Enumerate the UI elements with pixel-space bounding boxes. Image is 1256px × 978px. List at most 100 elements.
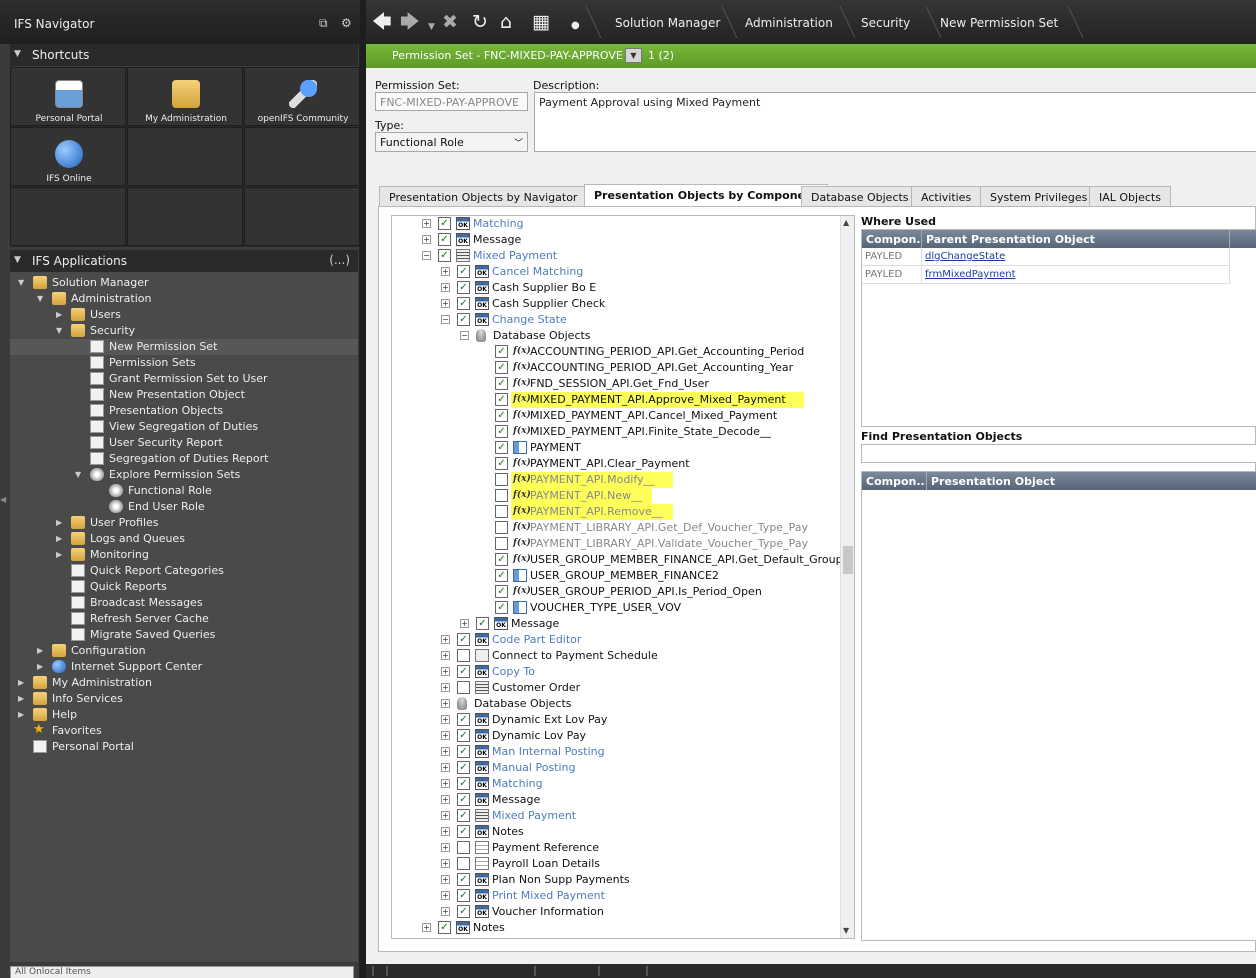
component-tree-row[interactable]: + Payment Reference bbox=[392, 840, 842, 856]
permission-checkbox[interactable]: ✓ bbox=[457, 281, 470, 294]
nav-tree-item[interactable]: Presentation Objects bbox=[10, 403, 358, 419]
expand-node-icon[interactable]: + bbox=[422, 235, 431, 244]
permission-checkbox[interactable]: ✓ bbox=[457, 265, 470, 278]
collapsed-arrow-icon[interactable]: ▶ bbox=[56, 310, 62, 319]
permission-checkbox[interactable]: ✓ bbox=[457, 777, 470, 790]
tab-presentation-objects-by-component[interactable]: Presentation Objects by Component bbox=[584, 184, 829, 207]
permission-checkbox[interactable] bbox=[495, 537, 508, 550]
expand-node-icon[interactable]: + bbox=[441, 683, 450, 692]
nav-tree-item[interactable]: ▶ Internet Support Center bbox=[10, 659, 358, 675]
cell-component[interactable]: PAYLED bbox=[862, 248, 922, 266]
shortcut-my-administration[interactable]: My Administration bbox=[127, 67, 243, 126]
component-tree-row[interactable]: − ✓ Mixed Payment bbox=[392, 248, 842, 264]
component-tree-row[interactable]: + ✓ OK Cancel Matching bbox=[392, 264, 842, 280]
component-tree-row[interactable]: ✓ f(x) PAYMENT_API.Clear_Payment bbox=[392, 456, 842, 472]
expand-node-icon[interactable]: + bbox=[441, 635, 450, 644]
component-tree-row[interactable]: + ✓ OK Message bbox=[392, 232, 842, 248]
expanded-arrow-icon[interactable]: ▼ bbox=[18, 278, 24, 287]
expand-node-icon[interactable]: + bbox=[441, 875, 450, 884]
component-tree-row[interactable]: + ✓ OK Manual Posting bbox=[392, 760, 842, 776]
close-icon[interactable]: ✖ bbox=[442, 12, 458, 32]
component-tree-row[interactable]: f(x) PAYMENT_LIBRARY_API.Validate_Voucher… bbox=[392, 536, 842, 552]
component-tree-row[interactable]: + Database Objects bbox=[392, 696, 842, 712]
component-tree-row[interactable]: + ✓ OK Copy To bbox=[392, 664, 842, 680]
column-header-component[interactable]: Compon... bbox=[862, 472, 927, 490]
component-tree-row[interactable]: + ✓ OK Notes bbox=[392, 824, 842, 840]
component-tree-row[interactable]: ✓ f(x) ACCOUNTING_PERIOD_API.Get_Accountin… bbox=[392, 344, 842, 360]
nav-tree-item[interactable]: Segregation of Duties Report bbox=[10, 451, 358, 467]
tab-presentation-objects-by-navigator[interactable]: Presentation Objects by Navigator bbox=[379, 186, 588, 206]
component-tree-row[interactable]: ✓ f(x) MIXED_PAYMENT_API.Approve_Mixed_Pay… bbox=[392, 392, 842, 408]
breadcrumb-security[interactable]: Security bbox=[861, 16, 910, 30]
restore-window-icon[interactable]: ⧉ bbox=[319, 16, 328, 31]
nav-tree-item[interactable]: ▶ Configuration bbox=[10, 643, 358, 659]
collapsed-arrow-icon[interactable]: ▶ bbox=[56, 518, 62, 527]
permission-checkbox[interactable]: ✓ bbox=[495, 585, 508, 598]
nav-tree-item[interactable]: Quick Reports bbox=[10, 579, 358, 595]
nav-tree-item[interactable]: ★ Favorites bbox=[10, 722, 358, 739]
permission-checkbox[interactable]: ✓ bbox=[457, 761, 470, 774]
collapsed-arrow-icon[interactable]: ▶ bbox=[56, 534, 62, 543]
grid-menu-icon[interactable]: ▦ bbox=[532, 12, 550, 32]
permission-checkbox[interactable]: ✓ bbox=[495, 361, 508, 374]
collapsed-arrow-icon[interactable]: ▶ bbox=[56, 550, 62, 559]
component-tree-row[interactable]: + ✓ OK Print Mixed Payment bbox=[392, 888, 842, 904]
expand-node-icon[interactable]: + bbox=[441, 779, 450, 788]
component-tree-row[interactable]: − Database Objects bbox=[392, 328, 842, 344]
component-tree-row[interactable]: + ✓ OK Voucher Information bbox=[392, 904, 842, 920]
collapse-node-icon[interactable]: − bbox=[422, 251, 431, 260]
collapsed-arrow-icon[interactable]: ▶ bbox=[37, 646, 43, 655]
permission-checkbox[interactable]: ✓ bbox=[457, 809, 470, 822]
component-tree-row[interactable]: + ✓ OK Code Part Editor bbox=[392, 632, 842, 648]
permission-checkbox[interactable]: ✓ bbox=[495, 409, 508, 422]
expand-node-icon[interactable]: + bbox=[441, 795, 450, 804]
permission-checkbox[interactable]: ✓ bbox=[457, 745, 470, 758]
shortcut-personal-portal[interactable]: Personal Portal bbox=[10, 67, 126, 126]
collapse-node-icon[interactable]: − bbox=[460, 331, 469, 340]
shortcuts-header[interactable]: ▼ Shortcuts bbox=[10, 44, 358, 66]
collapsed-arrow-icon[interactable]: ▶ bbox=[37, 662, 43, 671]
component-tree-row[interactable]: + Payroll Loan Details bbox=[392, 856, 842, 872]
nav-tree-item[interactable]: Grant Permission Set to User bbox=[10, 371, 358, 387]
refresh-icon[interactable]: ↻ bbox=[472, 12, 488, 32]
permission-checkbox[interactable]: ✓ bbox=[495, 569, 508, 582]
cell-parent-object[interactable]: dlgChangeState bbox=[922, 248, 1230, 266]
permission-checkbox[interactable]: ✓ bbox=[495, 441, 508, 454]
component-tree-row[interactable]: f(x) PAYMENT_API.New__ bbox=[392, 488, 842, 504]
expanded-arrow-icon[interactable]: ▼ bbox=[56, 326, 62, 335]
permission-checkbox[interactable]: ✓ bbox=[495, 601, 508, 614]
expand-node-icon[interactable]: + bbox=[441, 267, 450, 276]
nav-tree-item[interactable]: ▼ Solution Manager bbox=[10, 275, 358, 291]
permission-checkbox[interactable] bbox=[457, 857, 470, 870]
nav-tree-item[interactable]: ▶ Users bbox=[10, 307, 358, 323]
tab-ial-objects[interactable]: IAL Objects bbox=[1089, 186, 1171, 206]
expand-node-icon[interactable]: + bbox=[441, 283, 450, 292]
expand-node-icon[interactable]: + bbox=[441, 843, 450, 852]
parent-object-link[interactable]: frmMixedPayment bbox=[925, 269, 1016, 280]
expand-node-icon[interactable]: + bbox=[422, 219, 431, 228]
permission-checkbox[interactable]: ✓ bbox=[495, 425, 508, 438]
permission-checkbox[interactable]: ✓ bbox=[438, 249, 451, 262]
permission-checkbox[interactable]: ✓ bbox=[438, 233, 451, 246]
scroll-up-icon[interactable]: ▲ bbox=[843, 218, 849, 227]
component-tree-row[interactable]: + ✓ OK Cash Supplier Check bbox=[392, 296, 842, 312]
permission-checkbox[interactable] bbox=[457, 681, 470, 694]
permission-checkbox[interactable]: ✓ bbox=[457, 665, 470, 678]
permission-checkbox[interactable]: ✓ bbox=[457, 873, 470, 886]
permission-checkbox[interactable]: ✓ bbox=[495, 553, 508, 566]
component-tree-row[interactable]: + ✓ OK Dynamic Lov Pay bbox=[392, 728, 842, 744]
expand-node-icon[interactable]: + bbox=[441, 811, 450, 820]
history-dropdown-icon[interactable]: ▼ bbox=[428, 17, 435, 37]
collapsed-arrow-icon[interactable]: ▶ bbox=[18, 710, 24, 719]
cell-parent-object[interactable]: frmMixedPayment bbox=[922, 266, 1230, 284]
nav-tree-item[interactable]: ▶ Help bbox=[10, 707, 358, 723]
expand-node-icon[interactable]: + bbox=[441, 651, 450, 660]
component-tree-row[interactable]: ✓ f(x) ACCOUNTING_PERIOD_API.Get_Accountin… bbox=[392, 360, 842, 376]
column-header-component[interactable]: Compon... bbox=[862, 230, 922, 248]
nav-tree-item[interactable]: Personal Portal bbox=[10, 739, 358, 755]
expand-node-icon[interactable]: + bbox=[441, 859, 450, 868]
component-tree-row[interactable]: + ✓ OK Matching bbox=[392, 216, 842, 232]
parent-object-link[interactable]: dlgChangeState bbox=[925, 251, 1005, 262]
permission-checkbox[interactable]: ✓ bbox=[457, 633, 470, 646]
permission-checkbox[interactable]: ✓ bbox=[495, 393, 508, 406]
